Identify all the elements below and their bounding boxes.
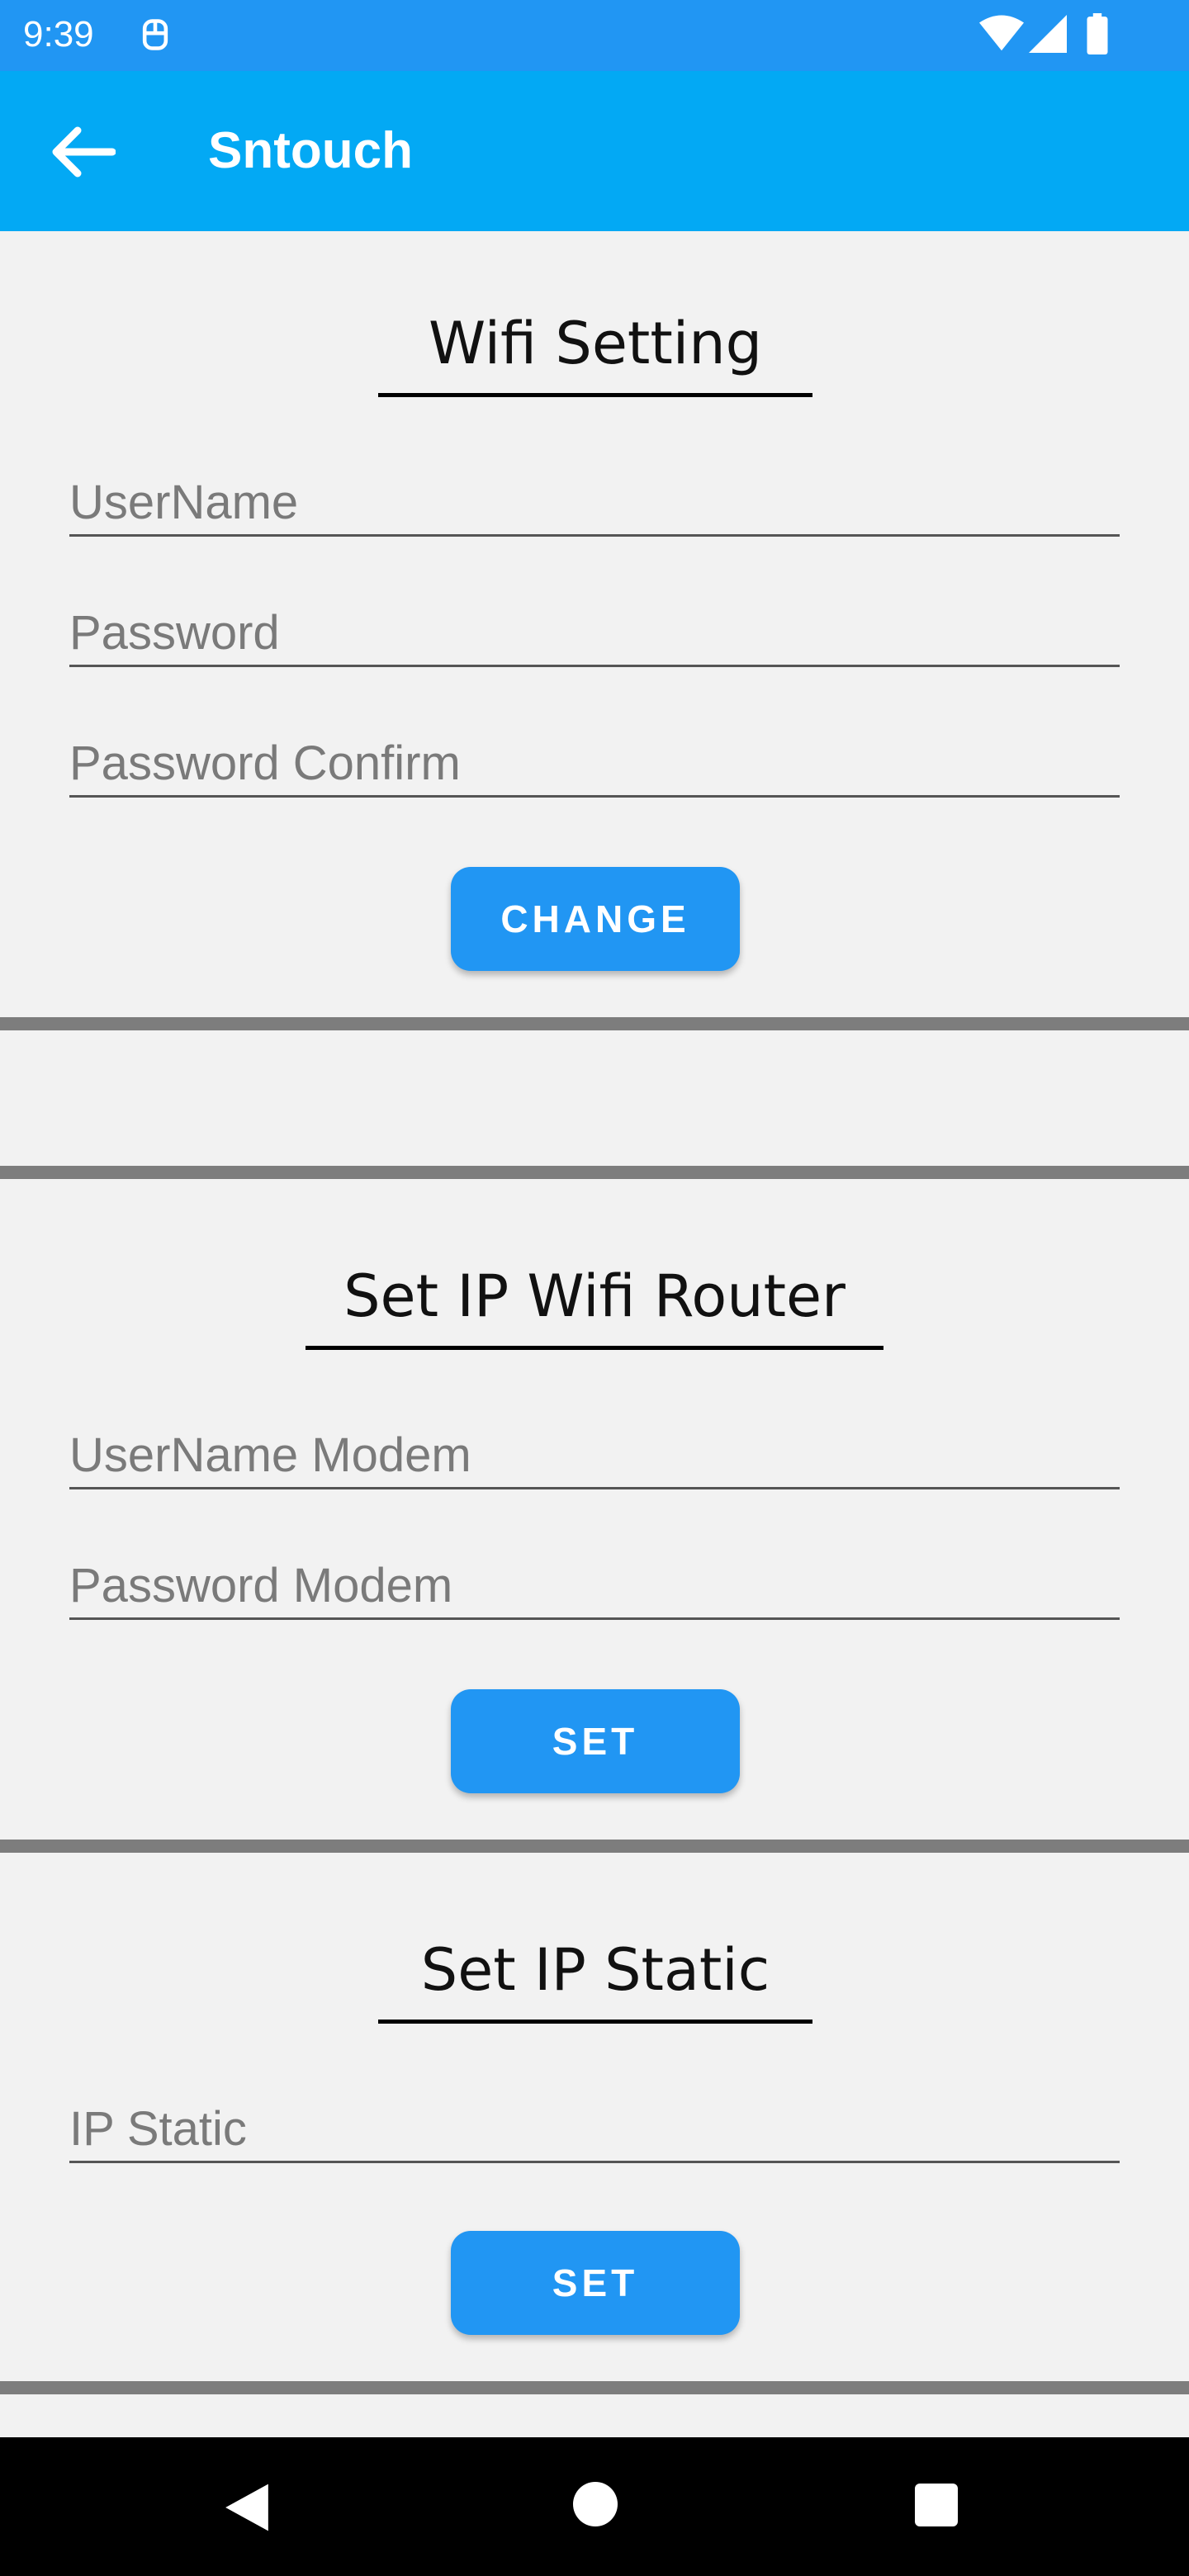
static-ip-title: Set IP Static bbox=[420, 1936, 770, 2004]
set-static-ip-button[interactable]: SET bbox=[451, 2231, 740, 2335]
password-confirm-input[interactable] bbox=[69, 732, 1120, 795]
app-title: Sntouch bbox=[208, 122, 413, 179]
password-confirm-field-wrap bbox=[69, 732, 1120, 798]
ip-static-input[interactable] bbox=[69, 2097, 1120, 2161]
system-nav-bar bbox=[0, 2437, 1189, 2576]
nav-recents-icon[interactable] bbox=[915, 2484, 958, 2526]
static-ip-title-underline bbox=[378, 2020, 812, 2024]
set-router-button[interactable]: SET bbox=[451, 1689, 740, 1793]
nav-back-icon[interactable] bbox=[221, 2482, 272, 2533]
password-field-wrap bbox=[69, 601, 1120, 667]
username-input[interactable] bbox=[69, 471, 1120, 534]
wifi-setting-title-underline bbox=[378, 393, 812, 397]
router-setting-title: Set IP Wifi Router bbox=[343, 1262, 846, 1330]
section-divider bbox=[0, 1840, 1189, 1853]
nav-home-icon[interactable] bbox=[573, 2482, 618, 2526]
section-divider bbox=[0, 1166, 1189, 1179]
username-field-wrap bbox=[69, 471, 1120, 537]
app-bar: Sntouch bbox=[0, 71, 1189, 231]
ip-static-field-wrap bbox=[69, 2097, 1120, 2163]
arrow-back-icon[interactable] bbox=[50, 125, 116, 178]
modem-password-field-wrap bbox=[69, 1554, 1120, 1620]
status-time: 9:39 bbox=[23, 14, 94, 54]
battery-icon bbox=[1087, 13, 1108, 54]
modem-username-input[interactable] bbox=[69, 1423, 1120, 1487]
change-button[interactable]: CHANGE bbox=[451, 867, 740, 971]
modem-username-field-wrap bbox=[69, 1423, 1120, 1489]
modem-password-input[interactable] bbox=[69, 1554, 1120, 1617]
section-divider bbox=[0, 1017, 1189, 1030]
password-input[interactable] bbox=[69, 601, 1120, 665]
wifi-icon bbox=[979, 15, 1024, 51]
app-notification-icon bbox=[142, 19, 168, 50]
section-divider bbox=[0, 2381, 1189, 2394]
router-setting-title-underline bbox=[306, 1346, 883, 1350]
wifi-setting-title: Wifi Setting bbox=[428, 310, 763, 377]
cell-signal-icon bbox=[1029, 15, 1067, 53]
status-bar: 9:39 bbox=[0, 0, 1189, 71]
